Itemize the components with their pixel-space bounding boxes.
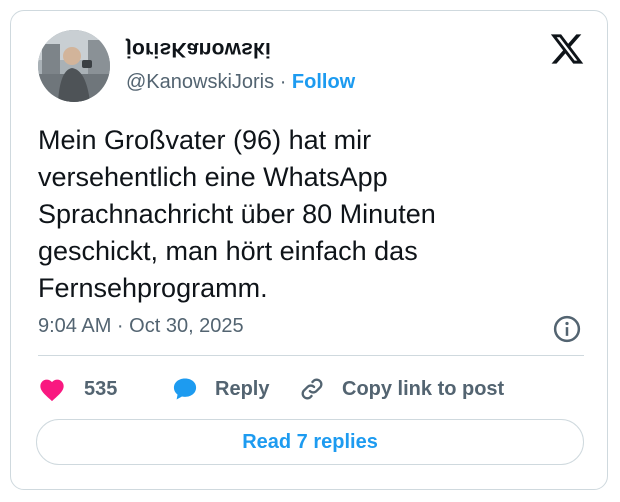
copy-link-button[interactable]: Copy link to post (298, 369, 504, 409)
link-icon (301, 378, 323, 400)
copy-link-label: Copy link to post (342, 377, 505, 400)
divider (38, 355, 584, 356)
tweet-text-line: Mein Großvater (96) hat mir (38, 125, 372, 155)
tweet-text-line: Fernsehprogramm. (38, 273, 268, 303)
author-handle[interactable]: @KanowskiJoris (126, 71, 274, 93)
tweet-card: jorisKanowski @KanowskiJoris · Follow Me… (10, 10, 608, 490)
tweet-text: Mein Großvater (96) hat mir versehentlic… (38, 122, 578, 307)
speech-bubble-icon (173, 378, 197, 400)
author-handle-row: @KanowskiJoris · Follow (126, 71, 355, 94)
author-display-name[interactable]: jorisKanowski (126, 37, 271, 61)
like-count: 535 (84, 377, 118, 400)
tweet-timestamp[interactable]: 9:04 AM · Oct 30, 2025 (38, 315, 244, 338)
author-avatar[interactable] (38, 30, 110, 102)
x-logo-icon[interactable] (549, 31, 585, 67)
read-replies-button[interactable]: Read 7 replies (36, 419, 584, 465)
profile-photo-icon (38, 30, 110, 102)
handle-separator: · (279, 71, 287, 93)
reply-label: Reply (215, 377, 270, 400)
action-bar: 535 Reply Copy link to post (38, 369, 584, 409)
tweet-text-line: Sprachnachricht über 80 Minuten (38, 199, 436, 229)
info-icon[interactable] (552, 314, 582, 344)
reply-button[interactable]: Reply (170, 369, 269, 409)
heart-icon (40, 379, 64, 402)
tweet-text-line: versehentlich eine WhatsApp (38, 162, 388, 192)
like-button[interactable]: 535 (38, 369, 117, 409)
tweet-text-line: geschickt, man hört einfach das (38, 236, 418, 266)
follow-button[interactable]: Follow (292, 71, 355, 93)
